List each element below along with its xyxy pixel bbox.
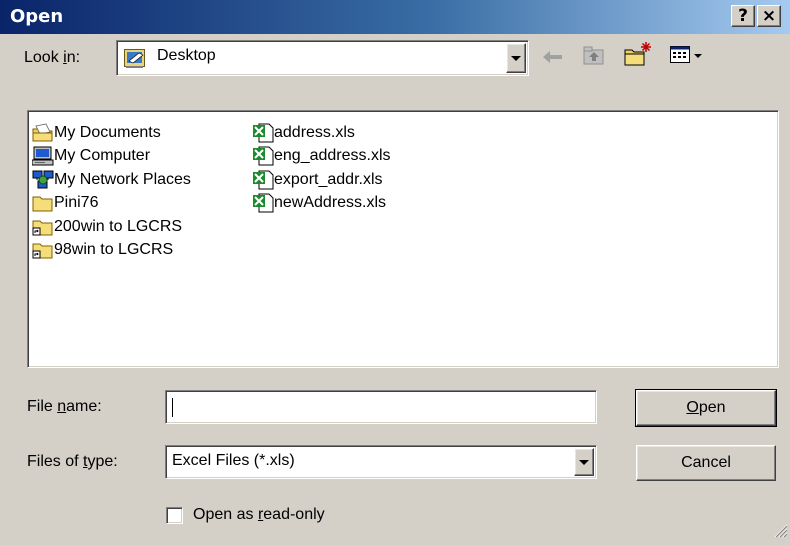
list-item-newaddress-xls[interactable]: newAddress.xls <box>252 192 391 216</box>
folder-icon <box>32 193 54 213</box>
help-icon: ? <box>738 6 748 26</box>
list-item-my-network-places[interactable]: My Network Places <box>32 168 191 192</box>
list-item-eng-address-xls[interactable]: eng_address.xls <box>252 145 391 169</box>
chevron-down-icon <box>579 459 589 465</box>
file-list-column-1: My Documents My Computer My Network Plac… <box>31 121 191 263</box>
file-name-input[interactable] <box>165 390 597 424</box>
list-item-200win-to-lgcrs[interactable]: 200win to LGCRS <box>32 215 191 239</box>
view-menu-icon[interactable] <box>670 46 704 69</box>
my-computer-icon <box>31 146 54 166</box>
close-button[interactable]: × <box>757 5 781 27</box>
help-button[interactable]: ? <box>731 5 755 27</box>
list-item-pini76[interactable]: Pini76 <box>32 192 191 216</box>
shortcut-folder-icon <box>32 217 54 237</box>
look-in-label: Look in: <box>24 49 81 66</box>
resize-grip-icon[interactable] <box>772 522 788 543</box>
shortcut-folder-icon <box>32 240 54 260</box>
excel-file-icon <box>252 123 274 143</box>
file-type-value: Excel Files (*.xls) <box>172 452 295 469</box>
text-cursor <box>172 398 173 417</box>
close-icon: × <box>761 6 777 26</box>
list-item-98win-to-lgcrs[interactable]: 98win to LGCRS <box>32 239 191 263</box>
chevron-down-icon <box>511 55 521 61</box>
file-type-combo[interactable]: Excel Files (*.xls) <box>165 445 597 479</box>
read-only-option[interactable]: Open as read-only <box>166 506 325 524</box>
list-item-address-xls[interactable]: address.xls <box>252 121 391 145</box>
cancel-button[interactable]: Cancel <box>636 445 776 481</box>
file-type-label: Files of type: <box>27 453 118 470</box>
read-only-label: Open as read-only <box>193 506 325 523</box>
list-item-my-documents[interactable]: My Documents <box>32 121 191 145</box>
file-list-column-2: address.xls eng_address.xls export_addr.… <box>252 121 391 215</box>
read-only-checkbox[interactable] <box>166 506 183 524</box>
look-in-combo[interactable]: Desktop <box>116 40 529 76</box>
title-bar[interactable]: Open ? × <box>0 0 790 34</box>
excel-file-icon <box>252 193 274 213</box>
file-list[interactable]: My Documents My Computer My Network Plac… <box>27 110 779 368</box>
network-places-icon <box>32 170 54 190</box>
file-name-label: File name: <box>27 398 102 415</box>
open-button[interactable]: Open <box>635 389 777 427</box>
file-type-dropdown-button[interactable] <box>574 448 594 476</box>
up-folder-icon[interactable] <box>583 45 605 70</box>
new-folder-icon[interactable] <box>624 41 654 72</box>
excel-file-icon <box>252 170 274 190</box>
look-in-dropdown-button[interactable] <box>506 43 526 73</box>
list-item-my-computer[interactable]: My Computer <box>31 145 191 169</box>
window-title: Open <box>10 6 64 27</box>
my-documents-icon <box>32 123 54 143</box>
list-item-export-addr-xls[interactable]: export_addr.xls <box>252 168 391 192</box>
look-in-value: Desktop <box>157 47 216 64</box>
excel-file-icon <box>252 146 274 166</box>
back-arrow-icon[interactable] <box>542 49 564 70</box>
folder-desktop-icon <box>124 47 148 74</box>
